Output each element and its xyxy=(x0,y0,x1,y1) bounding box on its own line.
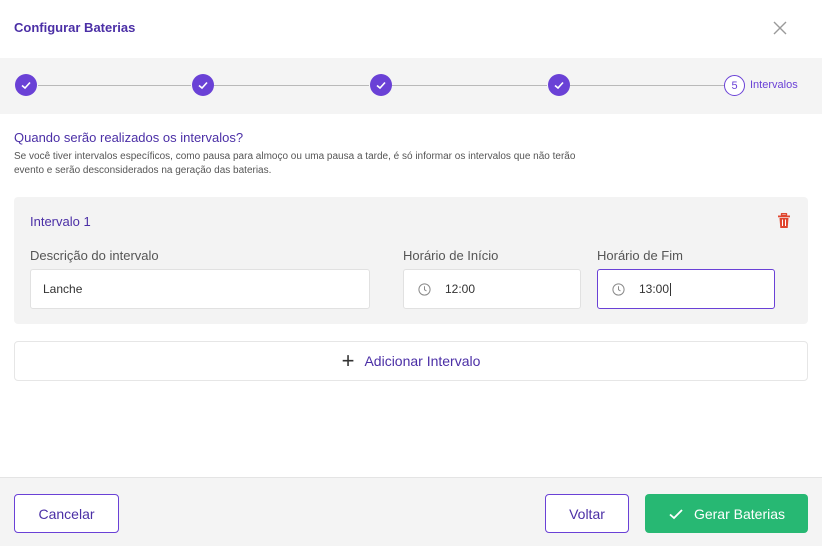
dialog-footer: Cancelar Voltar Gerar Baterias xyxy=(0,477,822,546)
cancel-button[interactable]: Cancelar xyxy=(14,494,119,533)
step-connector xyxy=(213,85,369,86)
section-question: Quando serão realizados os intervalos? xyxy=(14,130,244,145)
description-value: Lanche xyxy=(43,282,83,296)
end-time-input[interactable]: 13:00 xyxy=(597,269,775,309)
start-time-value: 12:00 xyxy=(445,282,476,296)
add-interval-button[interactable]: + Adicionar Intervalo xyxy=(14,341,808,381)
end-time-label: Horário de Fim xyxy=(597,248,683,263)
stepper: 5 Intervalos xyxy=(0,58,822,114)
check-icon xyxy=(376,81,386,90)
generate-batteries-button[interactable]: Gerar Baterias xyxy=(645,494,808,533)
generate-batteries-label: Gerar Baterias xyxy=(693,505,786,522)
dialog-title: Configurar Baterias xyxy=(14,20,136,35)
step-5-current[interactable]: 5 xyxy=(724,75,745,96)
check-icon xyxy=(669,508,683,519)
step-4-complete[interactable] xyxy=(548,74,570,96)
text-caret xyxy=(670,282,672,296)
start-time-label: Horário de Início xyxy=(403,248,499,263)
close-icon[interactable] xyxy=(770,18,790,38)
step-1-complete[interactable] xyxy=(15,74,37,96)
check-icon xyxy=(21,81,31,90)
description-input[interactable]: Lanche xyxy=(30,269,370,309)
step-5-label: Intervalos xyxy=(750,79,798,91)
step-connector xyxy=(569,85,724,86)
clock-icon xyxy=(418,282,431,296)
trash-icon[interactable] xyxy=(777,213,791,229)
add-interval-label: Adicionar Intervalo xyxy=(364,353,481,369)
clock-icon xyxy=(612,282,625,296)
start-time-input[interactable]: 12:00 xyxy=(403,269,581,309)
step-connector xyxy=(391,85,547,86)
step-3-complete[interactable] xyxy=(370,74,392,96)
section-description: Se você tiver intervalos específicos, co… xyxy=(14,151,576,176)
interval-card: Intervalo 1 Descrição do intervalo Lanch… xyxy=(14,197,808,324)
back-button[interactable]: Voltar xyxy=(545,494,629,533)
check-icon xyxy=(554,81,564,90)
description-label: Descrição do intervalo xyxy=(30,248,159,263)
check-icon xyxy=(198,81,208,90)
plus-icon: + xyxy=(341,348,355,373)
end-time-value: 13:00 xyxy=(639,282,670,296)
dialog-header: Configurar Baterias xyxy=(0,0,822,58)
interval-title: Intervalo 1 xyxy=(30,214,91,229)
step-connector xyxy=(38,85,191,86)
step-2-complete[interactable] xyxy=(192,74,214,96)
